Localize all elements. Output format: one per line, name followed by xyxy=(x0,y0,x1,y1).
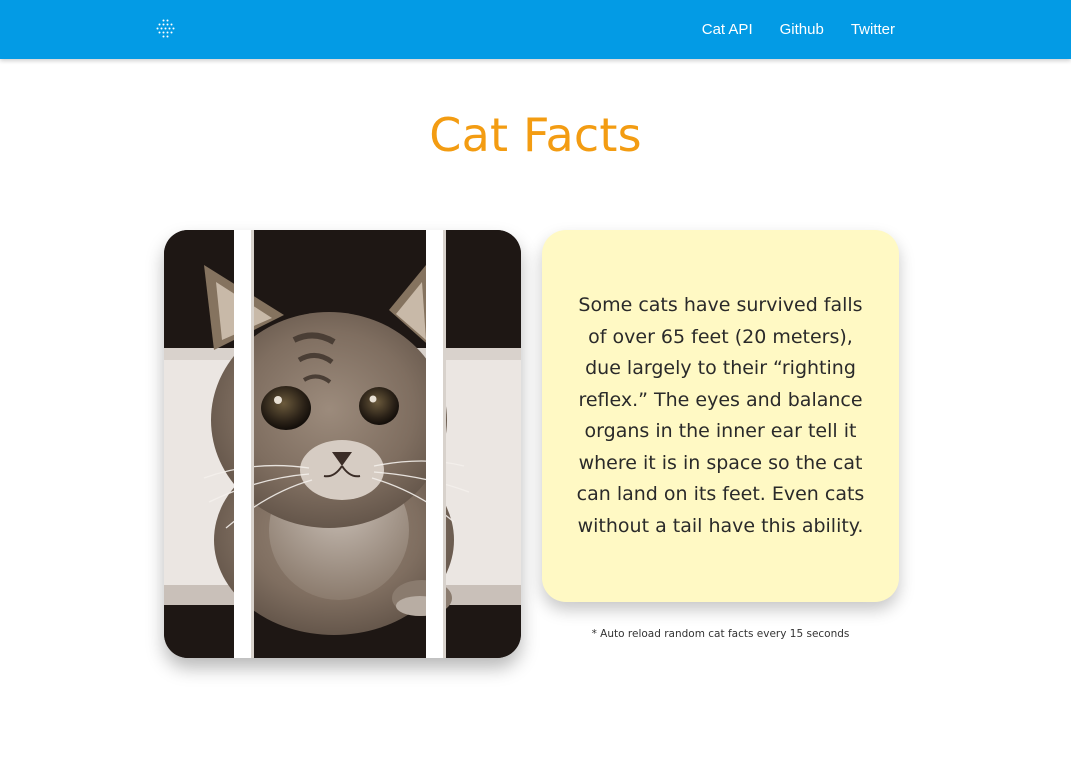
nav-link-twitter[interactable]: Twitter xyxy=(824,0,895,59)
cat-fact-card: Some cats have survived falls of over 65… xyxy=(542,230,899,602)
page-title: Cat Facts xyxy=(429,108,642,162)
nav-links: Cat API Github Twitter xyxy=(702,0,895,59)
top-navbar: Cat API Github Twitter xyxy=(0,0,1071,59)
dot-grid-logo-icon[interactable] xyxy=(156,19,175,38)
nav-link-github[interactable]: Github xyxy=(753,0,824,59)
cat-photo xyxy=(164,230,521,658)
auto-reload-note: * Auto reload random cat facts every 15 … xyxy=(591,628,850,640)
cat-fact-text: Some cats have survived falls of over 65… xyxy=(576,294,865,537)
nav-link-cat-api[interactable]: Cat API xyxy=(702,0,753,59)
cat-image-card xyxy=(164,230,521,658)
